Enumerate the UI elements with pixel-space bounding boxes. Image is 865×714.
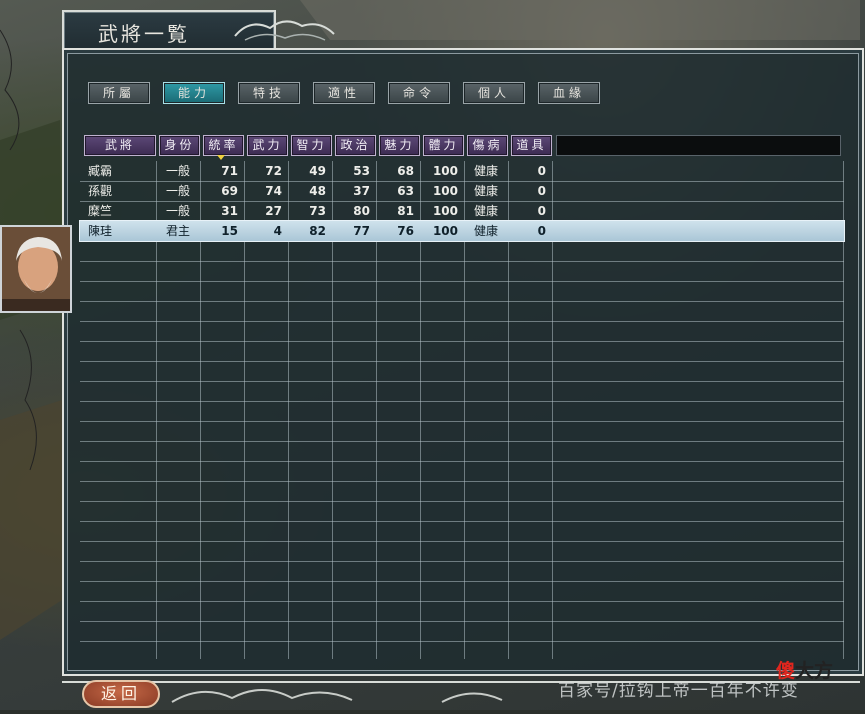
- cloud-ornament-icon: [234, 20, 335, 41]
- grid-row-line: [80, 621, 844, 622]
- grid-row-line: [80, 401, 844, 402]
- officer-portrait: [0, 225, 72, 313]
- brand-logo: 傻大方: [776, 660, 834, 682]
- grid-row-line: [80, 421, 844, 422]
- tab-bloodline[interactable]: 血緣: [538, 82, 600, 104]
- officer-table: 武將 身份 統率 武力 智力 政治 魅力 體力 傷病 道具 臧霸 一般 71 7…: [79, 133, 845, 661]
- table-row[interactable]: 糜竺 一般 31 27 73 80 81 100 健康 0: [80, 201, 844, 221]
- grid-row-line: [80, 501, 844, 502]
- cell-war: 4: [273, 224, 282, 238]
- cell-politics: 53: [353, 164, 370, 178]
- grid-row-line: [80, 561, 844, 562]
- column-header-war[interactable]: 武力: [247, 135, 288, 156]
- cell-war: 72: [265, 164, 282, 178]
- grid-row-line: [80, 341, 844, 342]
- cell-rank: 一般: [165, 164, 190, 178]
- cell-injury: 健康: [473, 164, 498, 178]
- grid-row-line: [80, 641, 844, 642]
- cell-leadership: 71: [221, 164, 238, 178]
- cell-items: 0: [537, 184, 546, 198]
- cell-injury: 健康: [473, 204, 498, 218]
- cell-intelligence: 82: [309, 224, 326, 238]
- cell-name: 糜竺: [88, 204, 113, 218]
- grid-row-line: [80, 241, 844, 242]
- cell-war: 27: [265, 204, 282, 218]
- column-header-rank[interactable]: 身份: [159, 135, 200, 156]
- cell-injury: 健康: [473, 184, 498, 198]
- grid-row-line: [80, 361, 844, 362]
- cell-items: 0: [537, 204, 546, 218]
- cell-politics: 37: [353, 184, 370, 198]
- tab-personal[interactable]: 個人: [463, 82, 525, 104]
- table-grid: 臧霸 一般 71 72 49 53 68 100 健康 0 孫觀 一般 69 7…: [79, 161, 845, 659]
- portrait-image: [2, 227, 70, 311]
- cell-name: 孫觀: [88, 184, 113, 198]
- cell-name: 陳珪: [88, 224, 113, 238]
- cell-intelligence: 49: [309, 164, 326, 178]
- column-header-leadership[interactable]: 統率: [203, 135, 244, 156]
- cell-stamina: 100: [432, 204, 458, 218]
- cell-stamina: 100: [432, 184, 458, 198]
- cell-politics: 80: [353, 204, 370, 218]
- grid-row-line: [80, 601, 844, 602]
- tab-skills[interactable]: 特技: [238, 82, 300, 104]
- cell-war: 74: [265, 184, 282, 198]
- grid-row-line: [80, 521, 844, 522]
- cell-charisma: 68: [397, 164, 414, 178]
- grid-row-line: [80, 301, 844, 302]
- column-header-empty: [556, 135, 841, 156]
- cell-rank: 君主: [165, 224, 190, 238]
- window-title: 武將一覧: [98, 22, 190, 46]
- cell-injury: 健康: [473, 224, 498, 238]
- cell-stamina: 100: [432, 164, 458, 178]
- column-header-items[interactable]: 道具: [511, 135, 552, 156]
- grid-row-line: [80, 541, 844, 542]
- table-row[interactable]: 臧霸 一般 71 72 49 53 68 100 健康 0: [80, 161, 844, 181]
- cell-charisma: 63: [397, 184, 414, 198]
- cell-charisma: 81: [397, 204, 414, 218]
- cell-items: 0: [537, 224, 546, 238]
- cell-charisma: 76: [397, 224, 414, 238]
- category-tabs: 所屬 能力 特技 適性 命令 個人 血緣: [88, 82, 600, 104]
- grid-row-line: [80, 441, 844, 442]
- column-header-injury[interactable]: 傷病: [467, 135, 508, 156]
- cell-leadership: 31: [221, 204, 238, 218]
- table-row-selected[interactable]: 陳珪 君主 15 4 82 77 76 100 健康 0: [79, 220, 845, 242]
- column-header-charisma[interactable]: 魅力: [379, 135, 420, 156]
- cell-items: 0: [537, 164, 546, 178]
- cell-intelligence: 48: [309, 184, 326, 198]
- grid-row-line: [80, 461, 844, 462]
- column-header-name[interactable]: 武將: [84, 135, 156, 156]
- cell-leadership: 15: [221, 224, 238, 238]
- column-header-intelligence[interactable]: 智力: [291, 135, 332, 156]
- table-row[interactable]: 孫觀 一般 69 74 48 37 63 100 健康 0: [80, 181, 844, 201]
- column-header-politics[interactable]: 政治: [335, 135, 376, 156]
- tab-aptitude[interactable]: 適性: [313, 82, 375, 104]
- cell-leadership: 69: [221, 184, 238, 198]
- tab-affiliation[interactable]: 所屬: [88, 82, 150, 104]
- cell-politics: 77: [353, 224, 370, 238]
- grid-row-line: [80, 481, 844, 482]
- cell-stamina: 100: [432, 224, 458, 238]
- grid-row-line: [80, 381, 844, 382]
- grid-row-line: [80, 581, 844, 582]
- grid-row-line: [80, 261, 844, 262]
- watermark-text: 百家号/拉钩上帝一百年不许变: [558, 681, 799, 701]
- cell-intelligence: 73: [309, 204, 326, 218]
- back-button[interactable]: 返回: [82, 680, 160, 708]
- cell-name: 臧霸: [88, 164, 113, 178]
- tab-orders[interactable]: 命令: [388, 82, 450, 104]
- grid-row-line: [80, 281, 844, 282]
- tab-abilities[interactable]: 能力: [163, 82, 225, 104]
- cell-rank: 一般: [165, 204, 190, 218]
- column-header-stamina[interactable]: 體力: [423, 135, 464, 156]
- cell-rank: 一般: [165, 184, 190, 198]
- sort-indicator-icon: [217, 155, 225, 160]
- grid-row-line: [80, 321, 844, 322]
